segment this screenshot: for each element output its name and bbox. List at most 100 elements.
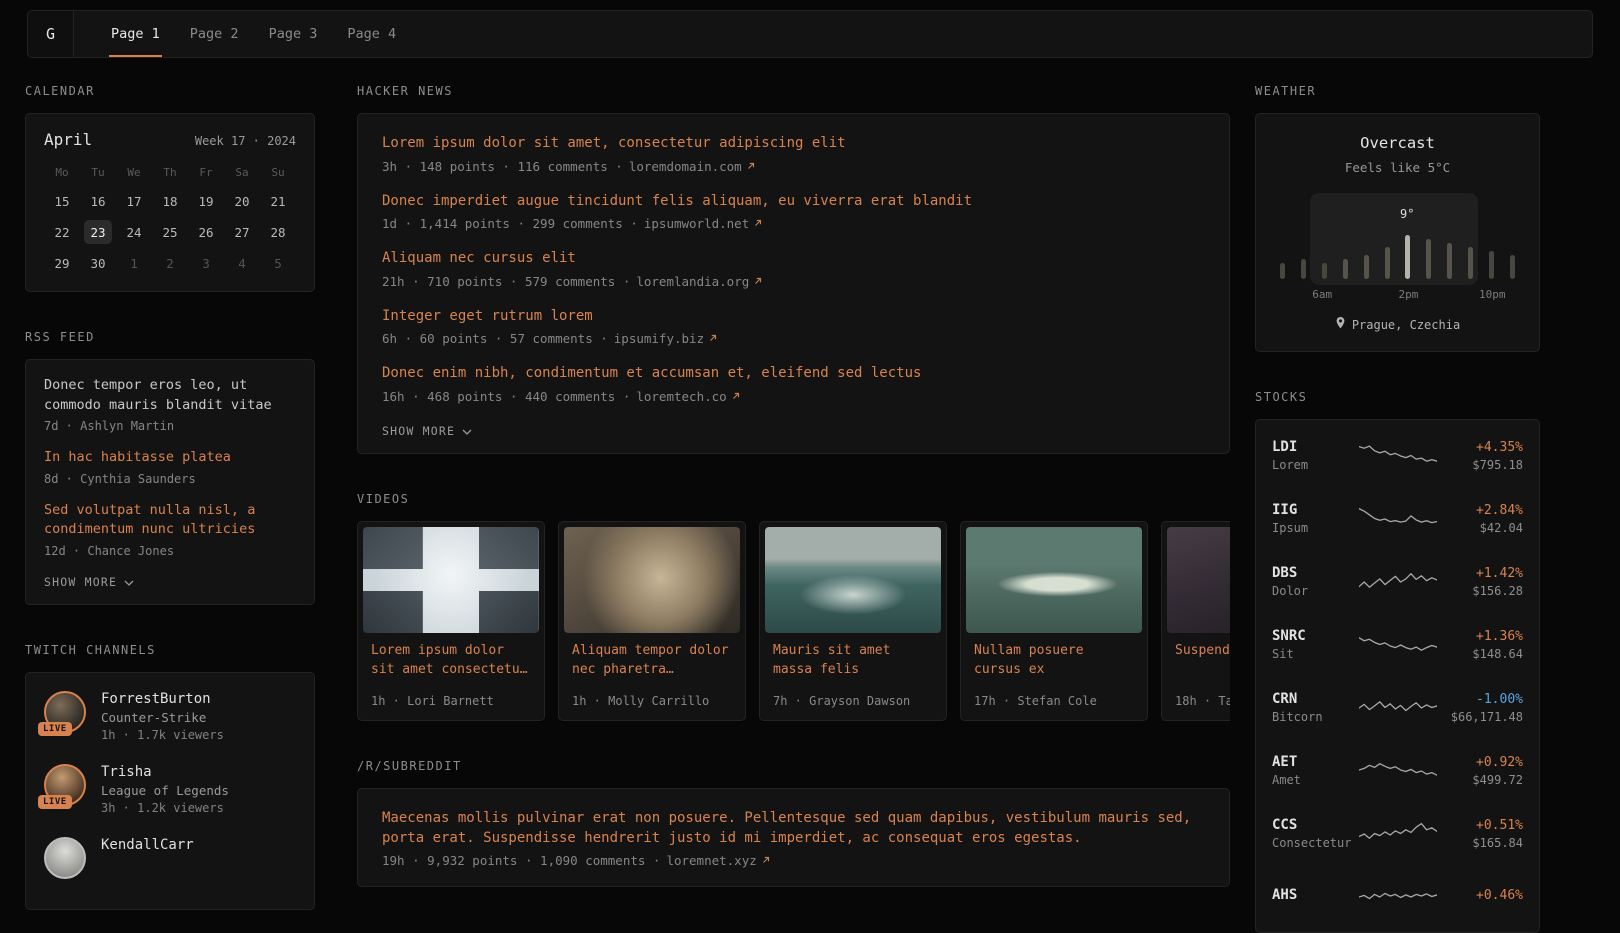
reddit-item-title[interactable]: Maecenas mollis pulvinar erat non posuer… — [382, 809, 1205, 848]
rss-item-title[interactable]: Donec tempor eros leo, ut commodo mauris… — [44, 376, 296, 415]
calendar-day: 18 — [156, 189, 184, 213]
hn-section-title: HACKER NEWS — [357, 84, 1230, 98]
tab-page-1[interactable]: Page 1 — [96, 11, 175, 57]
stock-row[interactable]: AETAmet +0.92%$499.72 — [1272, 739, 1523, 802]
stock-row[interactable]: IIGIpsum +2.84%$42.04 — [1272, 487, 1523, 550]
show-more-label: SHOW MORE — [382, 424, 455, 438]
tab-label: Page 4 — [347, 26, 396, 42]
hn-source-link[interactable]: loremdomain.com — [629, 159, 756, 174]
hn-source-link[interactable]: loremtech.co — [636, 389, 740, 404]
rss-section-title: RSS FEED — [25, 330, 315, 344]
external-link-icon — [708, 331, 718, 346]
stock-row[interactable]: SNRCSit +1.36%$148.64 — [1272, 613, 1523, 676]
twitch-channel-row[interactable]: LIVE Trisha League of Legends 3h · 1.2k … — [44, 764, 296, 815]
channel-meta: 1h · 1.7k viewers — [101, 728, 224, 742]
video-thumbnail — [966, 527, 1142, 633]
channel-name: ForrestBurton — [101, 691, 224, 707]
stock-name: Sit — [1272, 647, 1359, 661]
live-badge: LIVE — [38, 795, 72, 809]
rss-widget: RSS FEED Donec tempor eros leo, ut commo… — [25, 330, 315, 605]
tab-page-2[interactable]: Page 2 — [175, 11, 254, 57]
subreddit-section-title: /R/SUBREDDIT — [357, 759, 1230, 773]
reddit-source-link[interactable]: loremnet.xyz — [666, 853, 770, 868]
video-title: Aliquam tempor dolor nec pharetra… — [564, 633, 740, 680]
hn-item-title[interactable]: Aliquam nec cursus elit — [382, 249, 1205, 269]
video-card[interactable]: Nullam posuere cursus ex 17h · Stefan Co… — [960, 521, 1148, 721]
rss-item-title[interactable]: In hac habitasse platea — [44, 448, 296, 468]
weather-time-axis: 6am 2pm 10pm — [1276, 288, 1519, 302]
hn-item: Integer eget rutrum lorem 6h · 60 points… — [382, 307, 1205, 347]
rss-item-title[interactable]: Sed volutpat nulla nisl, a condimentum n… — [44, 501, 296, 540]
stock-symbol: SNRC — [1272, 628, 1359, 644]
stocks-widget: STOCKS LDILorem +4.35%$795.18 IIGIpsum +… — [1255, 390, 1540, 933]
hn-item-title[interactable]: Donec enim nibh, condimentum et accumsan… — [382, 364, 1205, 384]
time-tick: 6am — [1312, 288, 1332, 301]
hn-source-link[interactable]: ipsumify.biz — [614, 331, 718, 346]
twitch-channel-info: Trisha League of Legends 3h · 1.2k viewe… — [101, 764, 229, 815]
calendar-day: 24 — [120, 220, 148, 244]
hn-source-link[interactable]: ipsumworld.net — [644, 216, 763, 231]
rss-show-more-button[interactable]: SHOW MORE — [44, 575, 134, 589]
stock-symbol: AET — [1272, 754, 1359, 770]
stock-change: +2.84% — [1437, 503, 1524, 518]
stock-row[interactable]: LDILorem +4.35%$795.18 — [1272, 424, 1523, 487]
twitch-channel-row[interactable]: KendallCarr — [44, 837, 296, 879]
hn-meta-text: 1d · 1,414 points · 299 comments · — [382, 216, 638, 231]
videos-widget: VIDEOS Lorem ipsum dolor sit amet consec… — [357, 492, 1230, 721]
external-link-icon — [753, 216, 763, 231]
hn-item: Aliquam nec cursus elit 21h · 710 points… — [382, 249, 1205, 289]
rss-card: Donec tempor eros leo, ut commodo mauris… — [25, 359, 315, 605]
dashboard: CALENDAR April Week 17 · 2024 Mo Tu We T… — [0, 58, 1620, 933]
chevron-down-icon — [462, 424, 472, 438]
video-thumbnail — [564, 527, 740, 633]
hn-domain: loremlandia.org — [636, 274, 749, 289]
stock-row[interactable]: CRNBitcorn -1.00%$66,171.48 — [1272, 676, 1523, 739]
tab-page-3[interactable]: Page 3 — [254, 11, 333, 57]
hn-source-link[interactable]: loremlandia.org — [636, 274, 763, 289]
tab-page-4[interactable]: Page 4 — [332, 11, 411, 57]
stock-name: Ipsum — [1272, 521, 1359, 535]
stock-price: $499.72 — [1437, 773, 1524, 787]
chevron-down-icon — [124, 575, 134, 589]
peak-temp-label: 9° — [1400, 207, 1414, 221]
hn-item-title[interactable]: Donec imperdiet augue tincidunt felis al… — [382, 192, 1205, 212]
twitch-channel-row[interactable]: LIVE ForrestBurton Counter-Strike 1h · 1… — [44, 691, 296, 742]
weather-bars: 9° — [1280, 201, 1515, 279]
video-card[interactable]: Aliquam tempor dolor nec pharetra… 1h · … — [558, 521, 746, 721]
video-card[interactable]: Mauris sit amet massa felis 7h · Grayson… — [759, 521, 947, 721]
channel-meta: 3h · 1.2k viewers — [101, 801, 229, 815]
video-strip: Lorem ipsum dolor sit amet consectetu… 1… — [357, 521, 1230, 721]
weather-location: Prague, Czechia — [1276, 317, 1519, 333]
weekday-label: Su — [271, 163, 284, 182]
stock-sparkline — [1359, 567, 1437, 597]
hn-item-title[interactable]: Lorem ipsum dolor sit amet, consectetur … — [382, 134, 1205, 154]
calendar-day-next-month: 3 — [192, 251, 220, 275]
calendar-day-next-month: 2 — [156, 251, 184, 275]
stock-row[interactable]: DBSDolor +1.42%$156.28 — [1272, 550, 1523, 613]
hn-meta-text: 16h · 468 points · 440 comments · — [382, 389, 630, 404]
video-thumbnail — [765, 527, 941, 633]
hn-show-more-button[interactable]: SHOW MORE — [382, 424, 472, 438]
center-column: HACKER NEWS Lorem ipsum dolor sit amet, … — [357, 84, 1230, 887]
videos-section-title: VIDEOS — [357, 492, 1230, 506]
channel-category: League of Legends — [101, 783, 229, 798]
video-card[interactable]: Lorem ipsum dolor sit amet consectetu… 1… — [357, 521, 545, 721]
app-logo[interactable]: G — [28, 11, 74, 57]
hn-domain: loremtech.co — [636, 389, 726, 404]
stock-row[interactable]: AHS +0.46% — [1272, 865, 1523, 928]
video-meta: 7h · Grayson Dawson — [765, 688, 941, 720]
video-title: Mauris sit amet massa felis — [765, 633, 941, 680]
live-badge: LIVE — [38, 722, 72, 736]
stock-symbol: LDI — [1272, 439, 1359, 455]
weekday-label: Sa — [235, 163, 248, 182]
twitch-widget: TWITCH CHANNELS LIVE ForrestBurton Count… — [25, 643, 315, 910]
channel-name: Trisha — [101, 764, 229, 780]
twitch-section-title: TWITCH CHANNELS — [25, 643, 315, 657]
external-link-icon — [761, 853, 771, 868]
hn-item-title[interactable]: Integer eget rutrum lorem — [382, 307, 1205, 327]
stock-row[interactable]: CCSConsectetur +0.51%$165.84 — [1272, 802, 1523, 865]
video-card[interactable]: Suspendis diam 18h · Tara — [1161, 521, 1230, 721]
hn-meta-text: 3h · 148 points · 116 comments · — [382, 159, 623, 174]
stock-symbol: AHS — [1272, 887, 1359, 903]
reddit-item-meta: 19h · 9,932 points · 1,090 comments · lo… — [382, 853, 1205, 868]
